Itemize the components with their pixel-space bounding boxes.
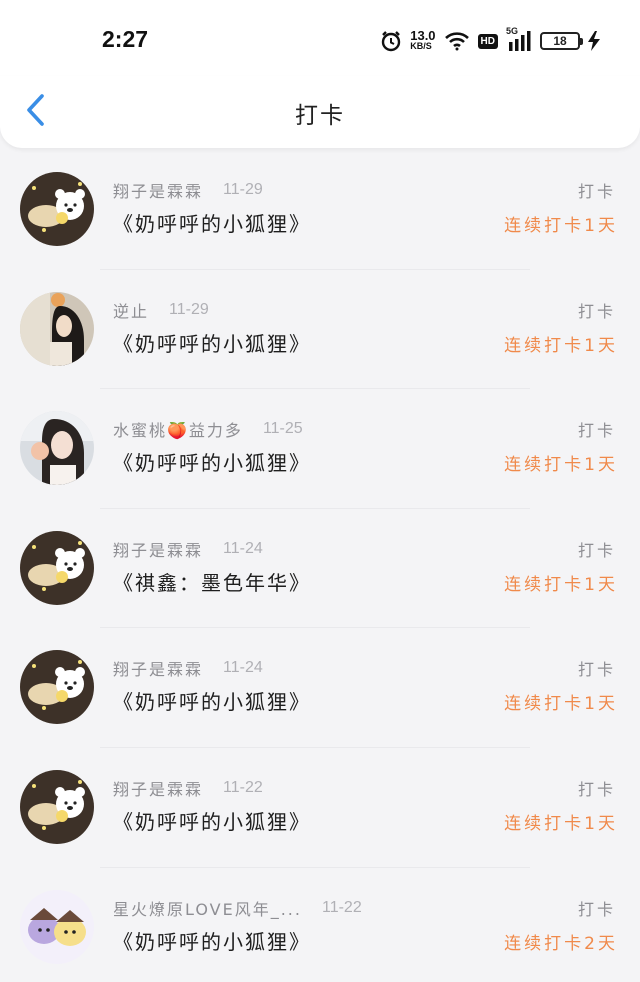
meta-line: 翔子是霖霖 11-29 [113, 178, 263, 202]
charging-icon [588, 31, 600, 51]
network-speed: 13.0 KB/S [410, 28, 436, 51]
list-item[interactable]: 翔子是霖霖 11-24 《祺鑫：墨色年华》 打卡 连续打卡1天 [0, 509, 640, 629]
battery-icon: 18 [540, 32, 583, 50]
cartoon-pair-avatar-image [20, 889, 94, 964]
bear-avatar-image [20, 769, 94, 844]
signal-icon: 5G [506, 26, 532, 52]
avatar[interactable] [20, 650, 94, 725]
meta-line: 水蜜桃🍑益力多 11-25 [113, 417, 303, 441]
hd-icon: HD [477, 33, 498, 49]
action-label: 打卡 [577, 899, 616, 919]
network-type: 5G [506, 26, 519, 36]
girl-photo-avatar-image [20, 291, 94, 366]
meta-line: 逆止 11-29 [113, 298, 209, 322]
meta-line: 翔子是霖霖 11-22 [113, 776, 263, 800]
list-item[interactable]: 星火燎原LOVE风年_... 11-22 《奶呼呼的小狐狸》 打卡 连续打卡2天 [0, 868, 640, 982]
streak-label: 连续打卡1天 [504, 813, 618, 834]
nickname[interactable]: 星火燎原LOVE风年_... [113, 896, 302, 920]
work-title[interactable]: 《奶呼呼的小狐狸》 [113, 328, 311, 357]
work-title[interactable]: 《奶呼呼的小狐狸》 [113, 926, 311, 955]
streak-label: 连续打卡1天 [504, 455, 618, 476]
nickname[interactable]: 翔子是霖霖 [113, 656, 203, 680]
avatar[interactable] [20, 291, 94, 366]
work-title[interactable]: 《祺鑫：墨色年华》 [113, 567, 311, 596]
list-item[interactable]: 水蜜桃🍑益力多 11-25 《奶呼呼的小狐狸》 打卡 连续打卡1天 [0, 389, 640, 509]
streak-label: 连续打卡2天 [504, 933, 618, 954]
streak-label: 连续打卡1天 [504, 694, 618, 715]
avatar[interactable] [20, 769, 94, 844]
checkin-list: 翔子是霖霖 11-29 《奶呼呼的小狐狸》 打卡 连续打卡1天 逆止 11-29… [0, 150, 640, 982]
bear-avatar-image [20, 650, 94, 725]
work-title[interactable]: 《奶呼呼的小狐狸》 [113, 208, 311, 237]
alarm-icon [380, 30, 402, 52]
nav-bar: 打卡 [0, 76, 640, 148]
avatar[interactable] [20, 172, 94, 246]
list-item[interactable]: 翔子是霖霖 11-22 《奶呼呼的小狐狸》 打卡 连续打卡1天 [0, 748, 640, 868]
streak-label: 连续打卡1天 [504, 216, 618, 236]
action-label: 打卡 [577, 182, 616, 201]
speed-unit: KB/S [410, 41, 432, 51]
wifi-icon [444, 31, 470, 51]
nickname[interactable]: 翔子是霖霖 [113, 178, 203, 202]
meta-line: 翔子是霖霖 11-24 [113, 537, 263, 561]
action-label: 打卡 [577, 540, 616, 560]
work-title[interactable]: 《奶呼呼的小狐狸》 [113, 686, 311, 715]
avatar[interactable] [20, 411, 94, 486]
speed-value: 13.0 [410, 28, 436, 43]
avatar[interactable] [20, 889, 94, 964]
list-item[interactable]: 翔子是霖霖 11-29 《奶呼呼的小狐狸》 打卡 连续打卡1天 [0, 150, 640, 270]
nickname[interactable]: 逆止 [113, 298, 149, 322]
nickname[interactable]: 翔子是霖霖 [113, 537, 203, 561]
date: 11-29 [223, 181, 263, 198]
date: 11-22 [321, 898, 362, 916]
status-bar: 2:27 13.0 KB/S HD 5G 18 [0, 0, 640, 80]
status-time: 2:27 [102, 26, 149, 52]
list-item[interactable]: 翔子是霖霖 11-24 《奶呼呼的小狐狸》 打卡 连续打卡1天 [0, 628, 640, 748]
meta-line: 翔子是霖霖 11-24 [113, 656, 263, 680]
date: 11-24 [223, 659, 263, 677]
status-icons: 13.0 KB/S HD 5G 18 [380, 26, 600, 54]
date: 11-22 [223, 778, 263, 796]
date: 11-29 [169, 300, 209, 318]
action-label: 打卡 [577, 779, 616, 799]
streak-label: 连续打卡1天 [504, 574, 618, 595]
bear-avatar-image [20, 530, 94, 605]
bear-avatar-image [20, 172, 94, 246]
nickname[interactable]: 水蜜桃🍑益力多 [113, 417, 243, 441]
work-title[interactable]: 《奶呼呼的小狐狸》 [113, 806, 311, 835]
meta-line: 星火燎原LOVE风年_... 11-22 [113, 896, 362, 920]
action-label: 打卡 [577, 660, 616, 680]
page-title: 打卡 [295, 103, 345, 129]
date: 11-25 [262, 420, 303, 438]
avatar[interactable] [20, 530, 94, 605]
action-label: 打卡 [577, 301, 616, 321]
work-title[interactable]: 《奶呼呼的小狐狸》 [113, 447, 311, 476]
streak-label: 连续打卡1天 [504, 335, 618, 356]
list-item[interactable]: 逆止 11-29 《奶呼呼的小狐狸》 打卡 连续打卡1天 [0, 270, 640, 390]
action-label: 打卡 [577, 421, 616, 441]
date: 11-24 [223, 539, 263, 557]
girl-selfie-avatar-image [20, 411, 94, 486]
nickname[interactable]: 翔子是霖霖 [113, 776, 203, 800]
